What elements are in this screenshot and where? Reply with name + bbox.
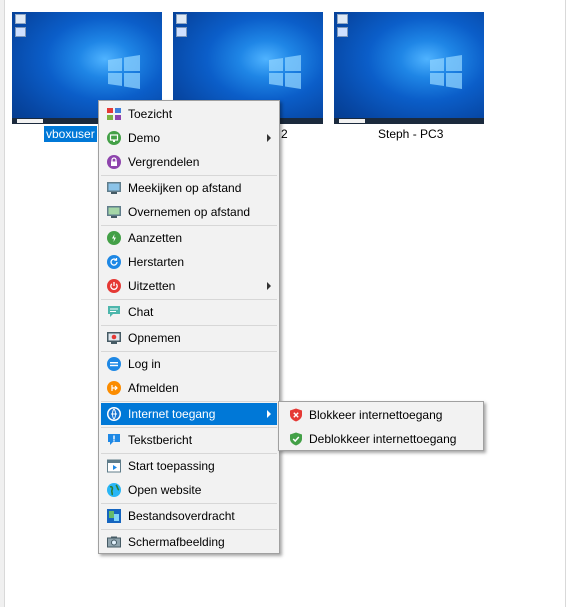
menu-item-overnemen[interactable]: Overnemen op afstand [101, 201, 277, 223]
submenu-item-label: Deblokkeer internettoegang [309, 432, 457, 446]
menu-separator [101, 529, 277, 530]
start-app-icon [107, 459, 121, 473]
computer-caption-3[interactable]: Steph - PC3 [378, 126, 443, 142]
submenu-arrow-icon [267, 410, 271, 418]
desktop-icon [176, 27, 187, 37]
submenu-item-label: Blokkeer internettoegang [309, 408, 443, 422]
left-panel-edge [0, 0, 5, 607]
menu-item-label: Meekijken op afstand [128, 181, 242, 195]
menu-item-label: Herstarten [128, 255, 185, 269]
menu-item-internet-toegang[interactable]: Internet toegang [101, 403, 277, 425]
record-icon [107, 332, 121, 344]
windows-logo-icon [108, 55, 140, 89]
computer-caption-2[interactable]: 2 [281, 126, 288, 142]
menu-item-label: Overnemen op afstand [128, 205, 251, 219]
menu-item-demo[interactable]: Demo [101, 127, 277, 149]
vertical-scrollbar[interactable] [565, 0, 570, 607]
internet-submenu: Blokkeer internettoegang Deblokkeer inte… [278, 401, 484, 451]
menu-item-label: Open website [128, 483, 202, 497]
chat-icon [108, 306, 120, 317]
power-off-icon [107, 279, 121, 293]
desktop-icon [337, 14, 348, 24]
message-icon [108, 434, 120, 445]
computer-caption-1[interactable]: vboxuser [44, 126, 97, 142]
internet-icon [107, 407, 121, 421]
menu-item-label: Bestandsoverdracht [128, 509, 235, 523]
menu-item-meekijken[interactable]: Meekijken op afstand [101, 177, 277, 199]
submenu-arrow-icon [267, 134, 271, 142]
menu-item-label: Aanzetten [128, 231, 183, 245]
menu-separator [101, 225, 277, 226]
menu-item-vergrendelen[interactable]: Vergrendelen [101, 151, 277, 173]
menu-separator [101, 299, 277, 300]
desktop-icon [15, 27, 26, 37]
globe-icon [107, 483, 121, 497]
menu-item-log-in[interactable]: Log in [101, 353, 277, 375]
menu-item-label: Afmelden [128, 381, 179, 395]
menu-item-uitzetten[interactable]: Uitzetten [101, 275, 277, 297]
menu-item-label: Toezicht [128, 107, 173, 121]
restart-icon [107, 255, 121, 269]
power-on-icon [107, 231, 121, 245]
remote-view-icon [107, 182, 121, 194]
logout-icon [107, 381, 121, 395]
menu-separator [101, 175, 277, 176]
menu-item-label: Uitzetten [128, 279, 176, 293]
menu-item-label: Opnemen [128, 331, 181, 345]
menu-item-label: Chat [128, 305, 154, 319]
computer-thumbnail-3[interactable] [334, 12, 484, 124]
context-menu: Toezicht Demo Vergrendelen Meekijken op … [98, 100, 280, 554]
menu-separator [101, 401, 277, 402]
demo-icon [107, 131, 121, 145]
menu-item-toezicht[interactable]: Toezicht [101, 103, 277, 125]
menu-item-label: Schermafbeelding [128, 535, 225, 549]
menu-separator [101, 351, 277, 352]
file-transfer-icon [107, 509, 121, 523]
desktop-icon [337, 27, 348, 37]
menu-item-label: Vergrendelen [128, 155, 200, 169]
shield-unblock-icon [290, 432, 302, 446]
menu-item-schermafbeelding[interactable]: Schermafbeelding [101, 531, 277, 553]
taskbar [334, 118, 484, 124]
menu-item-label: Log in [128, 357, 161, 371]
menu-item-aanzetten[interactable]: Aanzetten [101, 227, 277, 249]
menu-separator [101, 453, 277, 454]
menu-item-bestandsoverdracht[interactable]: Bestandsoverdracht [101, 505, 277, 527]
desktop-icon [176, 14, 187, 24]
lock-icon [107, 155, 121, 169]
login-icon [107, 357, 121, 371]
screenshot-icon [107, 536, 121, 548]
grid-view-icon [107, 108, 121, 120]
menu-item-tekstbericht[interactable]: Tekstbericht [101, 429, 277, 451]
menu-item-start-toepassing[interactable]: Start toepassing [101, 455, 277, 477]
menu-item-open-website[interactable]: Open website [101, 479, 277, 501]
menu-item-afmelden[interactable]: Afmelden [101, 377, 277, 399]
menu-separator [101, 503, 277, 504]
menu-item-label: Internet toegang [128, 407, 216, 421]
desktop-icon [15, 14, 26, 24]
menu-item-herstarten[interactable]: Herstarten [101, 251, 277, 273]
remote-control-icon [107, 206, 121, 218]
menu-item-label: Demo [128, 131, 161, 145]
menu-item-label: Start toepassing [128, 459, 215, 473]
submenu-arrow-icon [267, 282, 271, 290]
menu-item-label: Tekstbericht [128, 433, 193, 447]
shield-block-icon [290, 408, 302, 422]
menu-item-chat[interactable]: Chat [101, 301, 277, 323]
submenu-item-deblokkeer[interactable]: Deblokkeer internettoegang [281, 428, 481, 450]
menu-separator [101, 427, 277, 428]
windows-logo-icon [430, 55, 462, 89]
windows-logo-icon [269, 55, 301, 89]
menu-item-opnemen[interactable]: Opnemen [101, 327, 277, 349]
submenu-item-blokkeer[interactable]: Blokkeer internettoegang [281, 404, 481, 426]
menu-separator [101, 325, 277, 326]
